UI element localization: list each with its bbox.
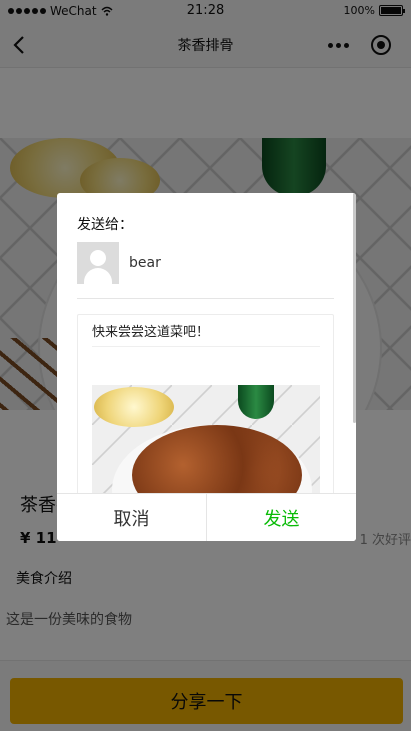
send-button[interactable]: 发送 (207, 494, 356, 541)
share-message: 快来尝尝这道菜吧！ (92, 321, 320, 347)
dialog-scrollbar[interactable] (353, 193, 356, 423)
recipient: bear (77, 242, 161, 284)
share-preview-card: 快来尝尝这道菜吧！ (77, 314, 334, 514)
dialog-divider (77, 298, 334, 299)
dialog-actions: 取消 发送 (57, 493, 356, 541)
share-dialog: 发送给： bear 快来尝尝这道菜吧！ 取消 发送 (57, 193, 356, 541)
cancel-button[interactable]: 取消 (57, 494, 207, 541)
avatar (77, 242, 119, 284)
recipient-name: bear (129, 255, 161, 271)
send-to-label: 发送给： (77, 217, 133, 233)
